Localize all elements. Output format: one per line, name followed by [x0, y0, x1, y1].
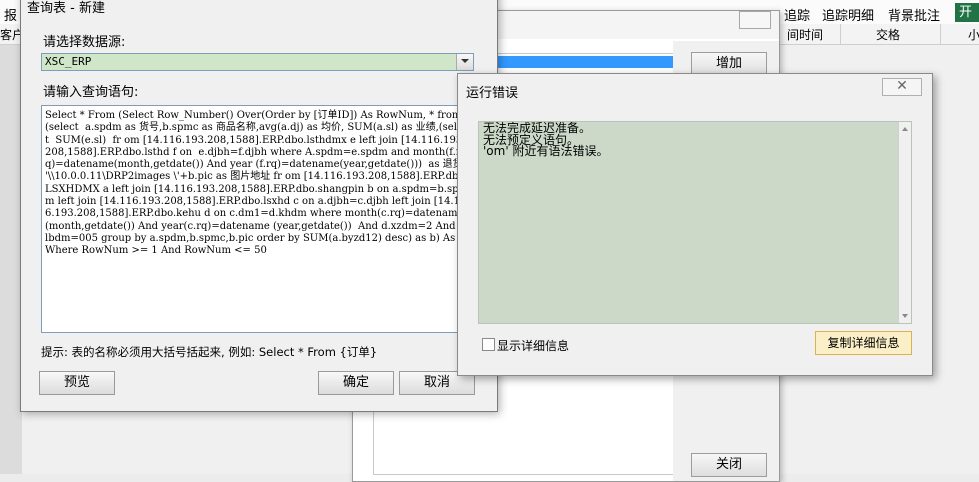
- chevron-down-icon: [461, 59, 469, 63]
- close-button[interactable]: 关闭: [691, 453, 767, 477]
- column-separator: [940, 24, 941, 44]
- error-dialog: 运行错误 ✕ 无法完成延迟准备。 无法预定义语句。 'om' 附近有语法错误。 …: [457, 73, 933, 376]
- show-details-label[interactable]: 显示详细信息: [497, 337, 569, 354]
- background-panel: [0, 45, 22, 474]
- column-header-small[interactable]: 小: [968, 26, 979, 43]
- error-dialog-close-button[interactable]: ✕: [882, 78, 922, 96]
- datasource-label: 请选择数据源:: [43, 35, 126, 50]
- details-dialog-close-icon[interactable]: [739, 11, 771, 29]
- error-message-box[interactable]: 无法完成延迟准备。 无法预定义语句。 'om' 附近有语法错误。: [478, 121, 912, 324]
- datasource-select[interactable]: XSC_ERP: [41, 53, 474, 71]
- ok-button[interactable]: 确定: [318, 371, 394, 395]
- query-dialog-title: 查询表 - 新建: [27, 1, 105, 16]
- datasource-dropdown-button[interactable]: [456, 54, 473, 70]
- query-text: Select * From (Select Row_Number() Over(…: [45, 110, 469, 257]
- close-icon: ✕: [896, 78, 908, 94]
- query-dialog: 查询表 - 新建 请选择数据源: XSC_ERP 请输入查询语句: Select…: [20, 0, 498, 412]
- error-message-line: 'om' 附近有语法错误。: [483, 144, 609, 158]
- show-details-checkbox[interactable]: [482, 338, 495, 351]
- datasource-value: XSC_ERP: [45, 55, 92, 68]
- ribbon-tab-bg-comment[interactable]: 背景批注: [888, 5, 940, 24]
- ribbon-tab-trace[interactable]: 追踪: [784, 5, 810, 24]
- error-box-scrollbar[interactable]: [898, 122, 911, 323]
- query-textarea[interactable]: Select * From (Select Row_Number() Over(…: [41, 105, 474, 333]
- error-dialog-title: 运行错误: [466, 86, 519, 101]
- error-messages: 无法完成延迟准备。 无法预定义语句。 'om' 附近有语法错误。: [483, 122, 609, 158]
- preview-button[interactable]: 预览: [39, 371, 115, 395]
- column-header-time[interactable]: 间时间: [787, 26, 823, 43]
- ribbon-tab-trace-detail[interactable]: 追踪明细: [822, 5, 874, 24]
- scroll-down-arrow-icon[interactable]: [902, 314, 908, 318]
- column-header-style[interactable]: 交格: [876, 26, 900, 43]
- query-label: 请输入查询语句:: [43, 85, 139, 100]
- column-separator: [840, 24, 841, 44]
- ribbon-tab-report[interactable]: 报: [4, 5, 17, 24]
- hint-text: 提示: 表的名称必须用大括号括起来, 例如: Select * From {订单…: [41, 345, 378, 359]
- scroll-up-arrow-icon[interactable]: [902, 127, 908, 131]
- ribbon-tab-developer[interactable]: 开发: [955, 3, 979, 39]
- copy-details-button[interactable]: 复制详细信息: [815, 331, 912, 355]
